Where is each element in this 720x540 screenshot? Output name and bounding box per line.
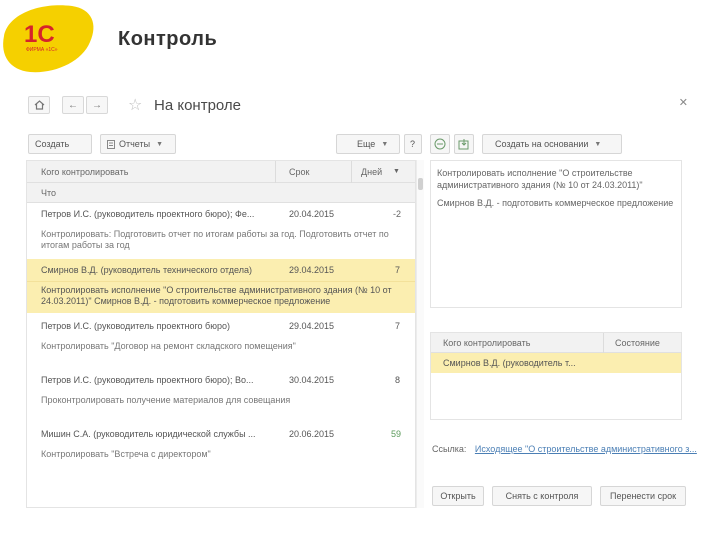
column-header-deadline[interactable]: Срок bbox=[289, 167, 309, 177]
star-icon[interactable]: ☆ bbox=[128, 95, 142, 115]
table-row[interactable]: Петров И.С. (руководитель проектного бюр… bbox=[27, 203, 415, 255]
attachment-button[interactable] bbox=[454, 134, 474, 154]
svg-text:1С: 1С bbox=[24, 21, 55, 48]
cell-days: 8 bbox=[395, 375, 401, 385]
cell-days: -2 bbox=[393, 209, 402, 219]
column-header-what[interactable]: Что bbox=[41, 188, 56, 198]
chevron-down-icon: ▼ bbox=[156, 140, 164, 148]
cell-what: Контролировать "Договор на ремонт складс… bbox=[41, 341, 296, 351]
cell-days: 59 bbox=[391, 429, 402, 439]
column-separator bbox=[275, 161, 276, 183]
column-header-state[interactable]: Состояние bbox=[615, 338, 660, 348]
table-row[interactable]: Смирнов В.Д. (руководитель т... bbox=[431, 353, 681, 373]
logo: 1С ФИРМА «1С» bbox=[0, 0, 100, 78]
cell-deadline: 20.06.2015 bbox=[289, 429, 335, 439]
attach-icon bbox=[458, 139, 469, 150]
details-note: Смирнов В.Д. - подготовить коммерческое … bbox=[437, 198, 674, 208]
cell-deadline: 20.04.2015 bbox=[289, 209, 335, 219]
column-header-who[interactable]: Кого контролировать bbox=[41, 167, 128, 177]
table-row[interactable]: Смирнов В.Д. (руководитель технического … bbox=[27, 259, 415, 313]
column-separator bbox=[351, 161, 352, 183]
more-button-label: Еще bbox=[357, 139, 376, 149]
reports-button[interactable]: Отчеты ▼ bbox=[100, 134, 176, 154]
cell-who: Петров И.С. (руководитель проектного бюр… bbox=[41, 209, 255, 219]
form-window: ← → ☆ На контроле ✕ Создать Отчеты ▼ Еще… bbox=[26, 92, 697, 512]
cell-who: Смирнов В.Д. (руководитель т... bbox=[443, 358, 576, 368]
details-text: Контролировать исполнение "О строительст… bbox=[437, 168, 643, 190]
cell-who: Петров И.С. (руководитель проектного бюр… bbox=[41, 375, 254, 385]
table-subheader: Что bbox=[27, 183, 415, 203]
table-scrollbar[interactable] bbox=[416, 160, 424, 508]
move-deadline-button-label: Перенести срок bbox=[609, 491, 677, 501]
reference-line: Ссылка: Исходящее "О строительстве админ… bbox=[432, 444, 697, 454]
cell-what: Проконтролировать получение материалов д… bbox=[41, 395, 291, 405]
help-button-label: ? bbox=[410, 139, 416, 149]
more-button[interactable]: Еще ▼ bbox=[336, 134, 400, 154]
row-divider bbox=[27, 281, 415, 282]
svg-text:ФИРМА «1С»: ФИРМА «1С» bbox=[26, 47, 58, 53]
create-based-button[interactable]: Создать на основании ▼ bbox=[482, 134, 622, 154]
home-icon bbox=[34, 100, 44, 110]
column-separator bbox=[603, 333, 604, 353]
table-row[interactable]: Петров И.С. (руководитель проектного бюр… bbox=[27, 371, 415, 421]
help-button[interactable]: ? bbox=[404, 134, 422, 154]
cell-deadline: 30.04.2015 bbox=[289, 375, 335, 385]
cell-days: 7 bbox=[395, 321, 401, 331]
page-title: Контроль bbox=[118, 28, 218, 50]
cell-deadline: 29.04.2015 bbox=[289, 265, 335, 275]
logo-1c-icon: 1С ФИРМА «1С» bbox=[3, 5, 94, 73]
cell-what: Контролировать: Подготовить отчет по ито… bbox=[41, 229, 389, 250]
cell-what: Контролировать "Встреча с директором" bbox=[41, 449, 211, 459]
chevron-down-icon: ▼ bbox=[381, 140, 389, 148]
window-titlebar: ← → ☆ На контроле ✕ bbox=[26, 92, 690, 120]
create-button-label: Создать bbox=[35, 139, 70, 149]
open-button-label: Открыть bbox=[440, 491, 476, 501]
home-button[interactable] bbox=[28, 96, 50, 114]
reference-label: Ссылка: bbox=[432, 444, 467, 454]
forward-button[interactable]: → bbox=[86, 96, 108, 114]
arrow-right-icon: → bbox=[92, 99, 102, 111]
table-row[interactable]: Петров И.С. (руководитель проектного бюр… bbox=[27, 317, 415, 367]
move-deadline-button[interactable]: Перенести срок bbox=[600, 486, 686, 506]
control-list-table: Кого контролировать Срок Дней ▼ Что Петр… bbox=[26, 160, 416, 508]
cell-days: 7 bbox=[395, 265, 401, 275]
back-button[interactable]: ← bbox=[62, 96, 84, 114]
table-header: Кого контролировать Срок Дней ▼ bbox=[27, 161, 415, 183]
table-header: Кого контролировать Состояние bbox=[431, 333, 681, 353]
chevron-down-icon: ▼ bbox=[594, 140, 602, 148]
cell-who: Петров И.С. (руководитель проектного бюр… bbox=[41, 321, 230, 331]
arrow-left-icon: ← bbox=[68, 99, 78, 111]
cell-who: Смирнов В.Д. (руководитель технического … bbox=[41, 265, 252, 275]
reports-button-label: Отчеты bbox=[119, 139, 151, 149]
table-row[interactable]: Мишин С.А. (руководитель юридической слу… bbox=[27, 423, 415, 473]
message-icon bbox=[434, 138, 446, 150]
control-participants-table: Кого контролировать Состояние Смирнов В.… bbox=[430, 332, 682, 420]
report-icon bbox=[107, 139, 115, 149]
details-panel: Контролировать исполнение "О строительст… bbox=[430, 160, 682, 308]
window-title: На контроле bbox=[154, 97, 242, 114]
cell-who: Мишин С.А. (руководитель юридической слу… bbox=[41, 429, 256, 439]
reference-link[interactable]: Исходящее "О строительстве административ… bbox=[475, 444, 697, 454]
scrollbar-thumb[interactable] bbox=[418, 178, 423, 190]
cell-deadline: 29.04.2015 bbox=[289, 321, 335, 331]
close-icon[interactable]: ✕ bbox=[679, 96, 688, 109]
remove-button-label: Снять с контроля bbox=[505, 491, 579, 501]
message-button[interactable] bbox=[430, 134, 450, 154]
sort-down-icon[interactable]: ▼ bbox=[393, 168, 400, 175]
column-header-days[interactable]: Дней bbox=[361, 167, 382, 177]
column-header-who[interactable]: Кого контролировать bbox=[443, 338, 530, 348]
create-based-button-label: Создать на основании bbox=[495, 139, 589, 149]
remove-from-control-button[interactable]: Снять с контроля bbox=[492, 486, 592, 506]
cell-what: Контролировать исполнение "О строительст… bbox=[41, 285, 392, 306]
open-button[interactable]: Открыть bbox=[432, 486, 484, 506]
create-button[interactable]: Создать bbox=[28, 134, 92, 154]
